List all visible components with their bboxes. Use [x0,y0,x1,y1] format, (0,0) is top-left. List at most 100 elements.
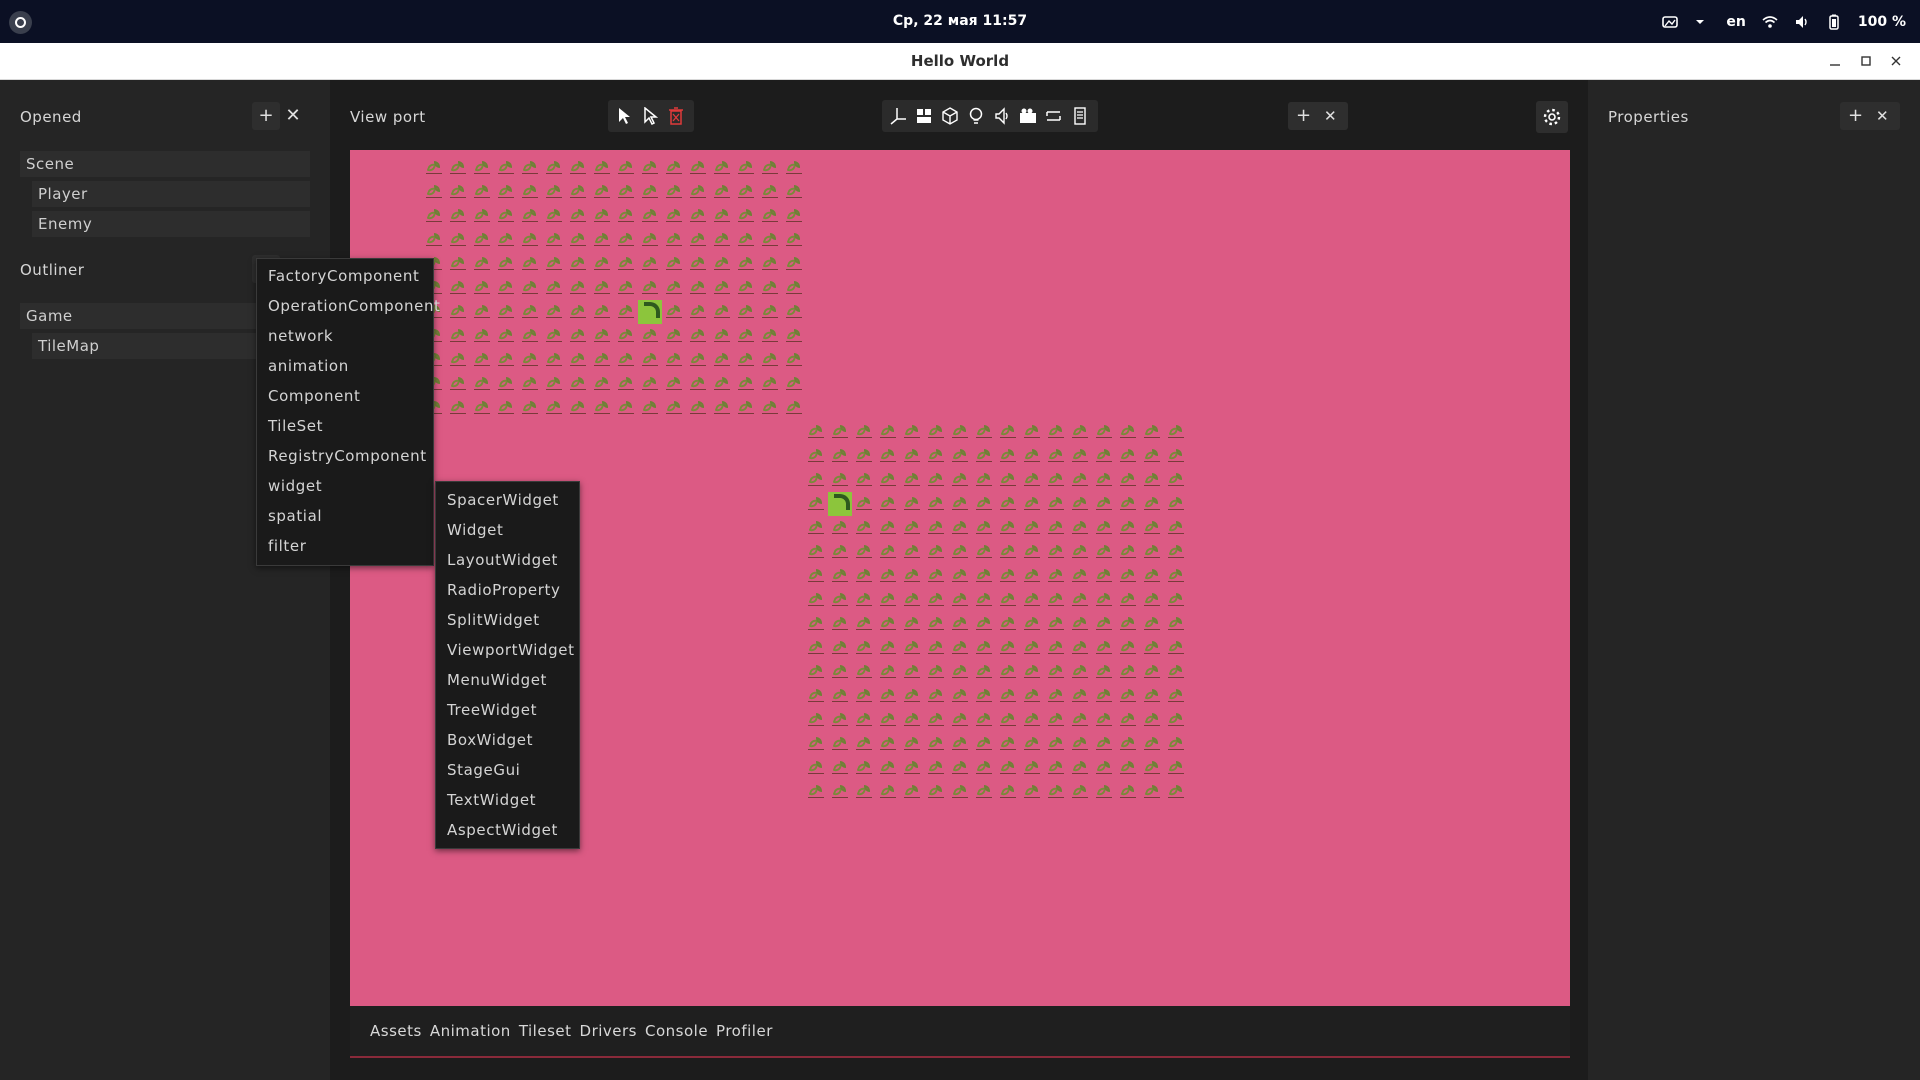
swap-icon[interactable] [1044,106,1064,126]
tile-sprite [804,516,828,540]
plus-icon[interactable]: + [1296,102,1311,130]
submenu-item-viewportwidget[interactable]: ViewportWidget [436,635,579,665]
battery-icon[interactable] [1826,14,1842,30]
tile-sprite [734,300,758,324]
tile-sprite [494,252,518,276]
tile-sprite [1116,492,1140,516]
opened-add-button[interactable]: + [252,102,280,130]
tile-sprite [852,516,876,540]
plus-icon[interactable]: + [1848,102,1863,130]
tab-console[interactable]: Console [645,1022,708,1040]
clock[interactable]: Ср, 22 мая 11:57 [0,13,1920,29]
tab-assets[interactable]: Assets [370,1022,422,1040]
tile-sprite [1140,636,1164,660]
close-icon[interactable]: ✕ [1876,102,1889,130]
tile-sprite [470,228,494,252]
settings-button[interactable] [1536,101,1568,133]
maximize-button[interactable] [1856,51,1876,71]
widgets-icon[interactable] [914,106,934,126]
tile-sprite [996,780,1020,804]
submenu-item-menuwidget[interactable]: MenuWidget [436,665,579,695]
tile-sprite [876,468,900,492]
tile-sprite [852,708,876,732]
tile-sprite [782,300,806,324]
submenu-item-boxwidget[interactable]: BoxWidget [436,725,579,755]
tile-sprite [948,756,972,780]
select-arrow-icon[interactable] [614,106,634,126]
tile-sprite [638,228,662,252]
tile-sprite [900,732,924,756]
close-window-button[interactable] [1886,51,1906,71]
system-tray[interactable]: en 100 % [1662,12,1906,32]
tile-sprite [1068,780,1092,804]
tab-tileset[interactable]: Tileset [519,1022,572,1040]
tile-sprite [710,204,734,228]
speaker-icon[interactable] [992,106,1012,126]
tile-sprite [710,252,734,276]
camera-icon[interactable] [1018,106,1038,126]
submenu-item-radioproperty[interactable]: RadioProperty [436,575,579,605]
tile-sprite [828,756,852,780]
submenu-item-aspectwidget[interactable]: AspectWidget [436,815,579,845]
close-icon [1891,56,1901,66]
tile-sprite [782,396,806,420]
tile-sprite [828,516,852,540]
minimize-button[interactable] [1825,51,1845,71]
tile-sprite [1116,540,1140,564]
tile-sprite [924,612,948,636]
submenu-item-spacerwidget[interactable]: SpacerWidget [436,485,579,515]
menu-item-spatial[interactable]: spatial [257,501,433,531]
tile-sprite [518,324,542,348]
submenu-item-widget[interactable]: Widget [436,515,579,545]
tile-sprite [686,204,710,228]
tile-sprite [710,180,734,204]
volume-icon[interactable] [1794,14,1810,30]
tile-sprite [1020,516,1044,540]
submenu-item-splitwidget[interactable]: SplitWidget [436,605,579,635]
tile-sprite [494,228,518,252]
menu-item-component[interactable]: Component [257,381,433,411]
cube-icon[interactable] [940,106,960,126]
menu-item-registrycomponent[interactable]: RegistryComponent [257,441,433,471]
light-bulb-icon[interactable] [966,106,986,126]
tile-sprite [996,468,1020,492]
chevron-down-icon[interactable] [1694,14,1710,30]
menu-item-widget[interactable]: widget [257,471,433,501]
submenu-item-textwidget[interactable]: TextWidget [436,785,579,815]
menu-item-filter[interactable]: filter [257,531,433,561]
opened-item-enemy[interactable]: Enemy [32,211,310,237]
menu-item-animation[interactable]: animation [257,351,433,381]
tile-sprite [1116,588,1140,612]
opened-item-scene[interactable]: Scene [20,151,310,177]
tab-profiler[interactable]: Profiler [716,1022,773,1040]
tile-sprite [662,348,686,372]
tile-sprite [614,180,638,204]
menu-item-tileset[interactable]: TileSet [257,411,433,441]
submenu-item-treewidget[interactable]: TreeWidget [436,695,579,725]
submenu-item-layoutwidget[interactable]: LayoutWidget [436,545,579,575]
tile-sprite [446,156,470,180]
close-icon[interactable]: ✕ [1324,102,1337,130]
language-indicator[interactable]: en [1726,14,1745,30]
window-title-bar[interactable]: Hello World [0,43,1920,80]
tile-sprite [758,348,782,372]
screenshot-icon[interactable] [1662,14,1679,30]
menu-item-factorycomponent[interactable]: FactoryComponent [257,261,433,291]
tile-sprite [566,372,590,396]
axis-icon[interactable] [888,106,908,126]
document-icon[interactable] [1070,106,1090,126]
wifi-icon[interactable] [1762,14,1778,30]
tile-sprite [1044,780,1068,804]
select-arrow-outline-icon[interactable] [640,106,660,126]
menu-item-network[interactable]: network [257,321,433,351]
tab-animation[interactable]: Animation [430,1022,511,1040]
tab-drivers[interactable]: Drivers [580,1022,637,1040]
tile-sprite [972,516,996,540]
menu-item-operationcomponent[interactable]: OperationComponent [257,291,440,321]
tile-sprite [470,180,494,204]
tile-sprite [996,588,1020,612]
delete-icon[interactable] [666,106,686,126]
opened-close-button[interactable]: ✕ [279,102,307,130]
opened-item-player[interactable]: Player [32,181,310,207]
submenu-item-stagegui[interactable]: StageGui [436,755,579,785]
